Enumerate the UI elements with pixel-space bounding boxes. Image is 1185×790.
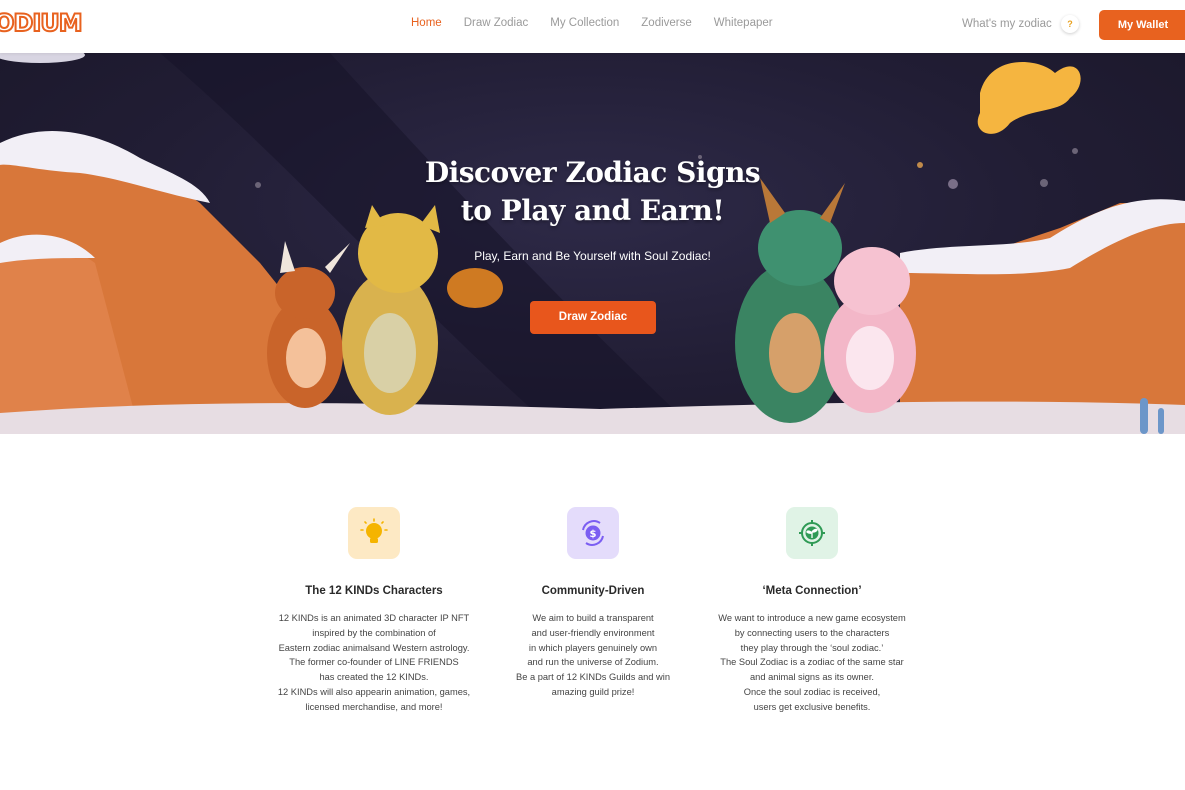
my-wallet-button[interactable]: My Wallet <box>1099 10 1185 40</box>
svg-text:$: $ <box>590 529 597 540</box>
feature-description: We want to introduce a new game ecosyste… <box>718 613 906 712</box>
zodium-logo[interactable]: ODIUM <box>0 8 84 38</box>
hero-scene-illustration <box>0 53 1185 434</box>
feature-description: 12 KINDs is an animated 3D character IP … <box>277 613 471 712</box>
feature-community-driven: $ Community-Driven We aim to build a tra… <box>473 507 713 700</box>
hero-subtitle: Play, Earn and Be Yourself with Soul Zod… <box>474 249 711 263</box>
feature-title: ‘Meta Connection’ <box>762 585 862 597</box>
hero-title: Discover Zodiac Signs to Play and Earn! <box>0 154 1185 230</box>
nav-draw-zodiac[interactable]: Draw Zodiac <box>464 17 529 29</box>
nav-whitepaper[interactable]: Whitepaper <box>714 17 773 29</box>
nav-home[interactable]: Home <box>411 17 442 29</box>
feature-title: The 12 KINDs Characters <box>305 585 443 597</box>
coin-cycle-icon: $ <box>567 507 619 559</box>
draw-zodiac-button[interactable]: Draw Zodiac <box>530 301 656 334</box>
feature-description: We aim to build a transparent and user-f… <box>516 613 670 697</box>
feature-title: Community-Driven <box>541 585 645 597</box>
nav-zodiverse[interactable]: Zodiverse <box>641 17 692 29</box>
main-menu: Home Draw Zodiac My Collection Zodiverse… <box>411 17 795 29</box>
feature-12-kinds: The 12 KINDs Characters 12 KINDs is an a… <box>254 507 494 715</box>
lightbulb-icon <box>348 507 400 559</box>
hero-title-line1: Discover Zodiac Signs <box>424 156 761 189</box>
nav-my-collection[interactable]: My Collection <box>550 17 619 29</box>
hero-title-line2: to Play and Earn! <box>460 194 725 227</box>
help-icon[interactable]: ? <box>1061 15 1079 33</box>
hero-banner: Discover Zodiac Signs to Play and Earn! … <box>0 53 1185 434</box>
plant-target-icon <box>786 507 838 559</box>
whats-my-zodiac-link[interactable]: What's my zodiac <box>962 18 1052 30</box>
top-navbar: ODIUM Home Draw Zodiac My Collection Zod… <box>0 0 1185 53</box>
feature-meta-connection: ‘Meta Connection’ We want to introduce a… <box>692 507 932 715</box>
